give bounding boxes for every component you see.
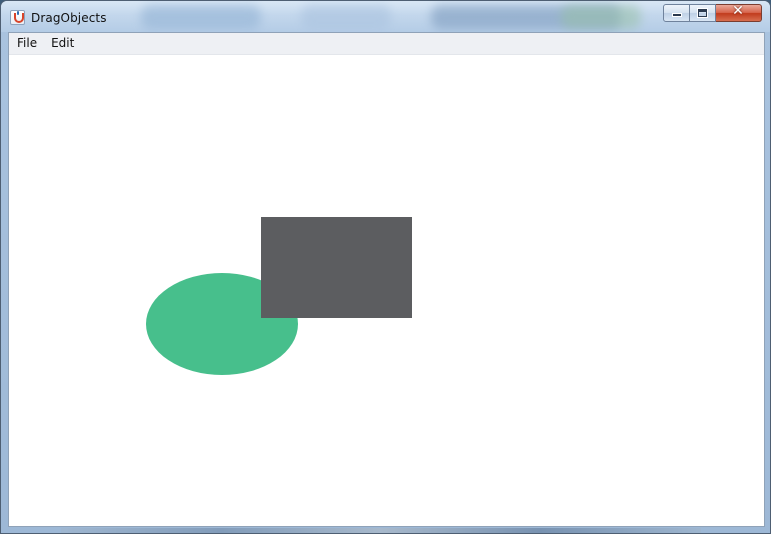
close-button[interactable]: ✕	[716, 3, 762, 22]
caption-buttons: ✕	[663, 3, 762, 23]
titlebar-glass-reflection	[301, 5, 391, 29]
menu-edit[interactable]: Edit	[44, 33, 81, 54]
titlebar-glass-reflection	[561, 5, 641, 29]
menu-bar: File Edit	[9, 33, 764, 55]
title-bar[interactable]: DragObjects ✕	[1, 1, 770, 32]
client-area: File Edit	[8, 32, 765, 527]
menu-file[interactable]: File	[9, 33, 44, 54]
java-cup-icon[interactable]	[10, 10, 25, 25]
drawing-canvas[interactable]	[9, 55, 764, 526]
window-frame-reflection	[61, 528, 701, 533]
maximize-button[interactable]	[690, 4, 716, 22]
minimize-button[interactable]	[663, 4, 690, 22]
close-icon: ✕	[732, 3, 744, 19]
titlebar-glass-reflection	[141, 5, 261, 29]
minimize-icon	[673, 14, 681, 16]
application-window: DragObjects ✕ File Edit	[0, 0, 771, 534]
window-title: DragObjects	[31, 11, 107, 25]
maximize-icon	[698, 9, 707, 17]
rectangle-shape[interactable]	[261, 217, 412, 318]
